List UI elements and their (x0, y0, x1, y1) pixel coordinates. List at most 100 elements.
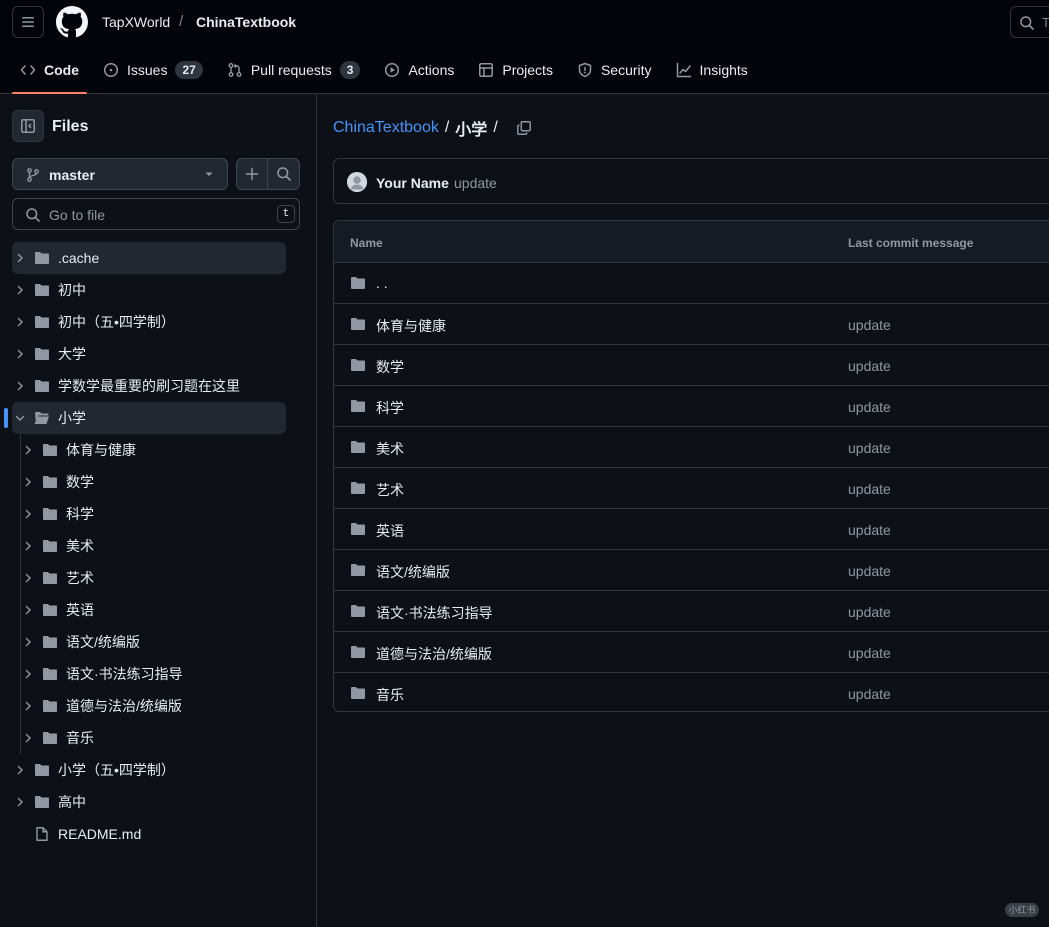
folder-icon (351, 523, 365, 535)
tab-code[interactable]: Code (12, 50, 87, 94)
go-to-file-box: t (12, 198, 300, 230)
commit-message-link[interactable]: update (848, 399, 891, 415)
chevron-right-icon (25, 669, 31, 679)
tree-child-yishu[interactable]: 艺术 (12, 562, 286, 594)
tree-item-xiaoxue-54[interactable]: 小学（五•四学制） (12, 754, 286, 786)
tree-item-chuzhong-54[interactable]: 初中（五•四学制） (12, 306, 286, 338)
folder-name-link[interactable]: 语文/统编版 (376, 562, 450, 582)
table-row[interactable]: 艺术 update (334, 468, 1049, 509)
chevron-right-icon (25, 573, 31, 583)
tree-child-meishu[interactable]: 美术 (12, 530, 286, 562)
commit-message-link[interactable]: update (848, 686, 891, 702)
table-row[interactable]: 数学 update (334, 345, 1049, 386)
pull-request-icon (228, 63, 242, 77)
folder-name-link[interactable]: 体育与健康 (376, 316, 446, 336)
commit-message-link[interactable]: update (848, 440, 891, 456)
search-placeholder: T (1042, 15, 1049, 30)
chevron-right-icon (17, 797, 23, 807)
tree-item-math-exercises[interactable]: 学数学最重要的刷习题在这里 (12, 370, 286, 402)
tree-item-cache[interactable]: .cache (12, 242, 286, 274)
breadcrumb-repo-link[interactable]: ChinaTextbook (333, 119, 439, 137)
go-to-file-input[interactable] (49, 205, 269, 225)
collapse-sidebar-button[interactable] (12, 110, 44, 142)
folder-name-link[interactable]: 语文·书法练习指导 (376, 603, 493, 623)
copy-icon (516, 121, 531, 135)
search-code-button[interactable] (268, 158, 300, 190)
folder-name-link[interactable]: 数学 (376, 357, 404, 377)
github-logo-icon[interactable] (56, 6, 88, 38)
top-header: TapXWorld / ChinaTextbook T Code Issues … (0, 0, 1049, 94)
tree-item-label: 英语 (66, 602, 94, 618)
folder-icon (35, 380, 49, 392)
table-row[interactable]: 语文/统编版 update (334, 550, 1049, 591)
add-file-button[interactable] (236, 158, 268, 190)
table-row[interactable]: 英语 update (334, 509, 1049, 550)
search-input[interactable]: T (1010, 6, 1049, 38)
caret-down-icon (205, 172, 213, 176)
tab-issues[interactable]: Issues 27 (95, 50, 211, 90)
table-row[interactable]: 科学 update (334, 386, 1049, 427)
table-row[interactable]: 音乐 update (334, 673, 1049, 711)
tab-security[interactable]: Security (569, 50, 660, 90)
branch-name: master (49, 167, 95, 183)
commit-message-link[interactable]: update (848, 563, 891, 579)
tree-child-tiyu[interactable]: 体育与健康 (12, 434, 286, 466)
folder-icon (351, 441, 365, 453)
owner-link[interactable]: TapXWorld (102, 14, 170, 30)
folder-name-link[interactable]: 美术 (376, 439, 404, 459)
tree-item-daxue[interactable]: 大学 (12, 338, 286, 370)
tab-actions-label: Actions (408, 62, 455, 78)
menu-button[interactable] (12, 6, 44, 38)
tree-item-label: 语文·书法练习指导 (66, 666, 183, 682)
commit-message[interactable]: update (454, 175, 497, 191)
tree-child-shuxue[interactable]: 数学 (12, 466, 286, 498)
folder-icon (351, 482, 365, 494)
table-row[interactable]: 语文·书法练习指导 update (334, 591, 1049, 632)
tree-child-shufa[interactable]: 语文·书法练习指导 (12, 658, 286, 690)
commit-author[interactable]: Your Name (376, 175, 449, 191)
copy-path-button[interactable] (516, 120, 532, 136)
tab-actions[interactable]: Actions (376, 50, 462, 90)
commit-message-link[interactable]: update (848, 645, 891, 661)
tab-insights[interactable]: Insights (668, 50, 756, 90)
folder-name-link[interactable]: 英语 (376, 521, 404, 541)
sidebar-title: Files (52, 118, 89, 135)
table-row[interactable]: 体育与健康 update (334, 304, 1049, 345)
tree-item-readme[interactable]: README.md (12, 818, 286, 850)
chevron-right-icon (25, 477, 31, 487)
commit-message-link[interactable]: update (848, 481, 891, 497)
commit-message-link[interactable]: update (848, 604, 891, 620)
chevron-right-icon (25, 605, 31, 615)
commit-message-link[interactable]: update (848, 358, 891, 374)
folder-icon (35, 284, 49, 296)
parent-dir-link[interactable]: . . (376, 275, 388, 291)
tree-child-yuwen[interactable]: 语文/统编版 (12, 626, 286, 658)
folder-name-link[interactable]: 音乐 (376, 685, 404, 705)
tab-pull-requests[interactable]: Pull requests 3 (219, 50, 369, 90)
tree-child-kexue[interactable]: 科学 (12, 498, 286, 530)
tree-item-label: 小学 (58, 410, 86, 426)
tab-security-label: Security (600, 62, 652, 78)
folder-name-link[interactable]: 艺术 (376, 480, 404, 500)
tree-item-label: 初中（五•四学制） (58, 314, 175, 330)
table-row[interactable]: 美术 update (334, 427, 1049, 468)
folder-name-link[interactable]: 科学 (376, 398, 404, 418)
tree-item-xiaoxue[interactable]: 小学 (4, 402, 286, 434)
commit-message-link[interactable]: update (848, 317, 891, 333)
commit-message-link[interactable]: update (848, 522, 891, 538)
table-icon (479, 63, 494, 77)
tree-child-yinyue[interactable]: 音乐 (12, 722, 286, 754)
tab-projects[interactable]: Projects (470, 50, 561, 90)
branch-selector[interactable]: master (12, 158, 228, 190)
breadcrumb: ChinaTextbook / 小学 / (333, 116, 532, 140)
table-row-parent-dir[interactable]: . . (334, 263, 1049, 304)
avatar[interactable] (347, 172, 367, 192)
repo-link[interactable]: ChinaTextbook (196, 14, 296, 30)
tree-child-daode[interactable]: 道德与法治/统编版 (12, 690, 286, 722)
tree-item-gaozhong[interactable]: 高中 (12, 786, 286, 818)
tree-child-yingyu[interactable]: 英语 (12, 594, 286, 626)
folder-name-link[interactable]: 道德与法治/统编版 (376, 644, 492, 664)
tree-item-chuzhong[interactable]: 初中 (12, 274, 286, 306)
plus-icon (245, 167, 259, 181)
table-row[interactable]: 道德与法治/统编版 update (334, 632, 1049, 673)
